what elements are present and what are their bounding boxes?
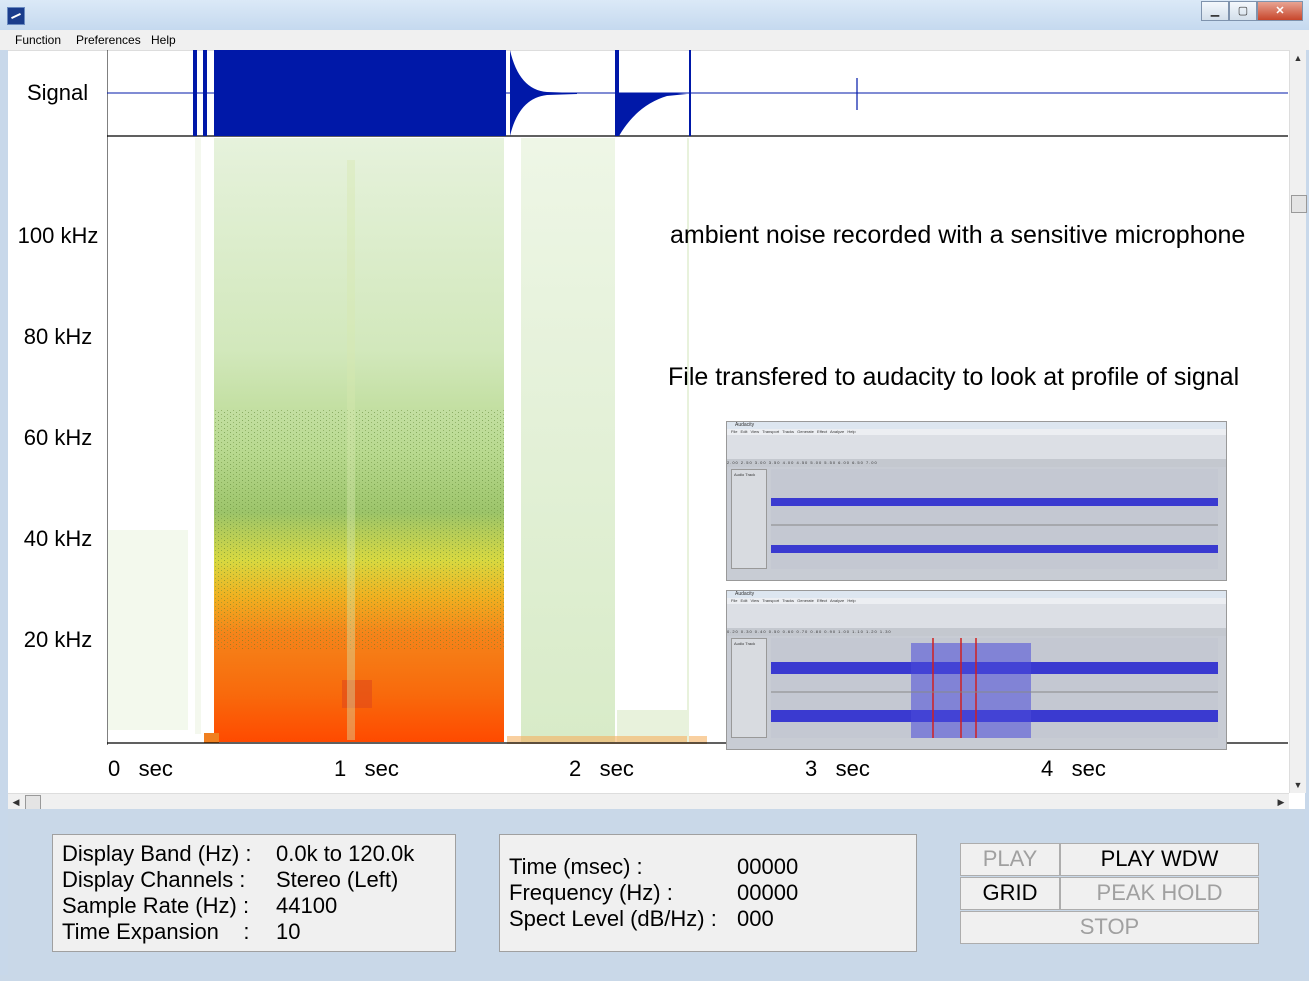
stop-button[interactable]: STOP: [960, 911, 1259, 944]
play-wdw-button[interactable]: PLAY WDW: [1060, 843, 1259, 876]
time-label-1: 1 sec: [334, 756, 399, 781]
freq-label-100k: 100 kHz: [17, 223, 99, 248]
time-expansion-label: Time Expansion :: [62, 919, 250, 944]
audacity-track-info-2: Audio Track: [731, 638, 767, 738]
close-button[interactable]: ✕: [1257, 1, 1303, 21]
audacity-screenshot-1: Audacity File Edit View Transport Tracks…: [726, 421, 1227, 581]
freq-label-80k: 80 kHz: [23, 324, 93, 349]
scroll-down-icon[interactable]: ▼: [1290, 777, 1306, 793]
audacity-track-info: Audio Track: [731, 469, 767, 569]
sample-rate-label: Sample Rate (Hz) :: [62, 893, 250, 918]
signal-label: Signal: [27, 80, 89, 105]
time-label-4: 4 sec: [1041, 756, 1106, 781]
audacity-ruler: 2.00 2.50 3.00 3.50 4.00 4.50 5.00 5.50 …: [727, 459, 1226, 467]
grid-button[interactable]: GRID: [960, 877, 1060, 910]
window-controls: ▁ ▢ ✕: [1201, 1, 1303, 21]
menu-preferences[interactable]: Preferences: [76, 33, 141, 47]
audacity-ruler-2: 0.20 0.30 0.40 0.50 0.60 0.70 0.80 0.90 …: [727, 628, 1226, 636]
spect-level-value: 000: [737, 906, 774, 931]
horizontal-scrollbar[interactable]: ◀ ▶: [8, 793, 1289, 810]
title-bar: ▁ ▢ ✕: [0, 0, 1309, 30]
status-panel: Display Band (Hz) : 0.0k to 120.0k Displ…: [8, 809, 1305, 981]
scroll-left-icon[interactable]: ◀: [8, 794, 24, 810]
audacity-toolbar: [727, 435, 1226, 459]
freq-label-40k: 40 kHz: [23, 526, 93, 551]
menu-function[interactable]: Function: [15, 33, 61, 47]
maximize-button[interactable]: ▢: [1229, 1, 1257, 21]
freq-label-20k: 20 kHz: [23, 627, 93, 652]
taskbar-edge: [0, 975, 1309, 981]
frequency-value: 00000: [737, 880, 799, 905]
annotation-audacity: File transfered to audacity to look at p…: [668, 363, 1240, 391]
audacity-screenshot-2: Audacity File Edit View Transport Tracks…: [726, 590, 1227, 750]
audacity-title-2: Audacity: [727, 591, 1226, 598]
display-band-label: Display Band (Hz) :: [62, 841, 252, 866]
window-frame-left: [0, 50, 8, 981]
audacity-waveform-1: [771, 469, 1218, 569]
frequency-label: Frequency (Hz) :: [509, 880, 673, 905]
audacity-waveform-2: [771, 638, 1218, 738]
vertical-scroll-thumb[interactable]: [1291, 195, 1307, 213]
time-expansion-value: 10: [276, 919, 301, 944]
scroll-right-icon[interactable]: ▶: [1273, 794, 1289, 810]
menu-help[interactable]: Help: [151, 33, 176, 47]
display-channels-label: Display Channels :: [62, 867, 246, 892]
horizontal-scroll-thumb[interactable]: [25, 795, 41, 810]
app-icon: [7, 7, 25, 25]
sample-rate-value: 44100: [276, 893, 338, 918]
peak-hold-button[interactable]: PEAK HOLD: [1060, 877, 1259, 910]
minimize-button[interactable]: ▁: [1201, 1, 1229, 21]
audacity-toolbar-2: [727, 604, 1226, 628]
settings-info-box: Display Band (Hz) : 0.0k to 120.0k Displ…: [52, 834, 456, 952]
time-label-2: 2 sec: [569, 756, 634, 781]
vertical-scrollbar[interactable]: ▲ ▼: [1289, 50, 1307, 793]
audacity-title: Audacity: [727, 422, 1226, 429]
scroll-up-icon[interactable]: ▲: [1290, 50, 1306, 66]
freq-label-60k: 60 kHz: [23, 425, 93, 450]
display-band-value: 0.0k to 120.0k: [276, 841, 415, 866]
time-msec-value: 00000: [737, 854, 799, 879]
annotation-ambient-noise: ambient noise recorded with a sensitive …: [670, 221, 1246, 249]
cursor-info-box: Time (msec) : 00000 Frequency (Hz) : 000…: [499, 834, 917, 952]
menu-bar: Function Preferences Help: [0, 30, 1309, 51]
time-msec-label: Time (msec) :: [509, 854, 643, 879]
time-label-0: 0 sec: [108, 756, 173, 781]
play-button[interactable]: PLAY: [960, 843, 1060, 876]
time-label-3: 3 sec: [805, 756, 870, 781]
spect-level-label: Spect Level (dB/Hz) :: [509, 906, 717, 931]
display-channels-value: Stereo (Left): [276, 867, 399, 892]
